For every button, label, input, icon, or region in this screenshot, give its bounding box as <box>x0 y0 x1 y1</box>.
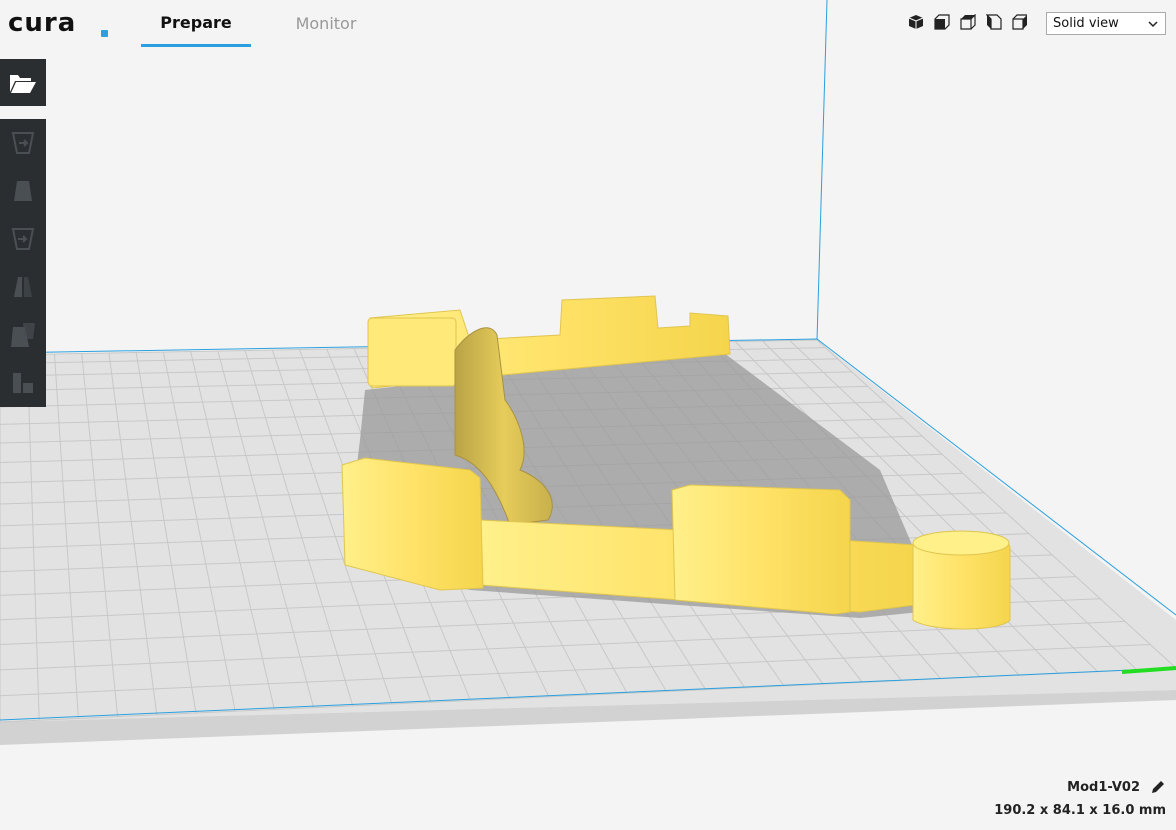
folder-open-icon <box>10 74 36 93</box>
mirror-tool-button[interactable] <box>0 263 46 311</box>
tab-monitor[interactable]: Monitor <box>251 0 401 47</box>
top-view-icon <box>960 14 976 30</box>
scale-tool-button[interactable] <box>0 167 46 215</box>
view-mode-value: Solid view <box>1053 16 1119 31</box>
model-name: Mod1-V02 <box>1067 779 1140 795</box>
tool-sidebar <box>0 119 46 407</box>
view-3d-button[interactable] <box>906 12 926 32</box>
right-view-icon <box>1012 14 1027 30</box>
chevron-down-icon <box>1148 21 1158 28</box>
per-model-settings-icon <box>11 323 35 347</box>
front-view-icon <box>934 14 950 30</box>
view-right-button[interactable] <box>1010 12 1030 32</box>
open-file-button[interactable] <box>0 59 46 106</box>
model-dimensions: 190.2 x 84.1 x 16.0 mm <box>994 803 1166 818</box>
left-view-icon <box>986 14 1002 30</box>
rotate-tool-button[interactable] <box>0 215 46 263</box>
view-mode-select[interactable]: Solid view <box>1046 12 1166 35</box>
view-left-button[interactable] <box>984 12 1004 32</box>
per-model-settings-button[interactable] <box>0 311 46 359</box>
model-info: Mod1-V02 190.2 x 84.1 x 16.0 mm <box>994 779 1166 819</box>
move-tool-icon <box>11 132 35 154</box>
rotate-tool-icon <box>11 228 35 250</box>
mirror-tool-icon <box>14 277 32 297</box>
move-tool-button[interactable] <box>0 119 46 167</box>
build-plate-viewport[interactable] <box>0 0 1176 830</box>
camera-view-buttons <box>906 12 1030 32</box>
view-top-button[interactable] <box>958 12 978 32</box>
3d-view-icon <box>908 15 924 29</box>
view-front-button[interactable] <box>932 12 952 32</box>
logo-text: cura <box>8 8 77 38</box>
stage-tabs: Prepare Monitor <box>141 0 401 47</box>
cura-logo: cura <box>8 8 108 38</box>
scale-tool-icon <box>14 181 32 201</box>
support-blocker-icon <box>13 373 33 393</box>
pencil-icon[interactable] <box>1150 779 1166 795</box>
support-blocker-button[interactable] <box>0 359 46 407</box>
tab-prepare[interactable]: Prepare <box>141 0 251 47</box>
logo-dot <box>101 30 108 37</box>
